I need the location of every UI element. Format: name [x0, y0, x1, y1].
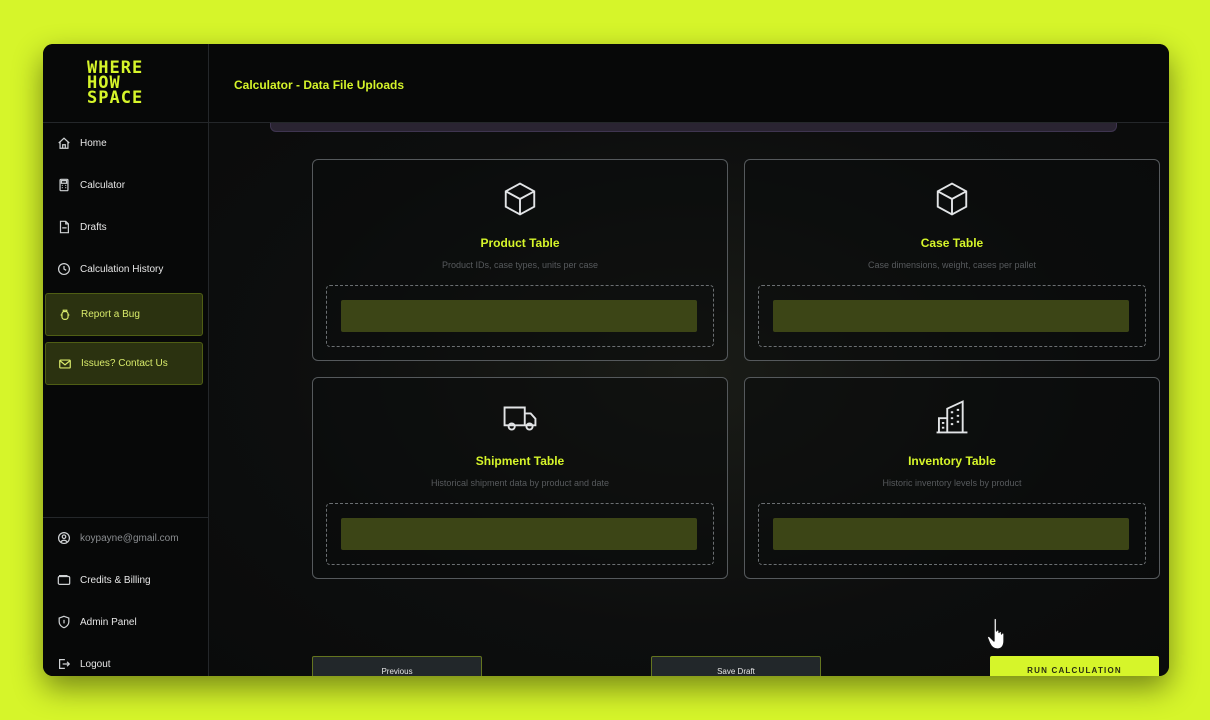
upload-card-inventory-table: Inventory Table Historic inventory level… [744, 377, 1160, 579]
upload-card-shipment-table: Shipment Table Historical shipment data … [312, 377, 728, 579]
box-icon [933, 180, 971, 218]
wallet-icon [57, 573, 71, 587]
clock-icon [57, 262, 71, 276]
document-icon [57, 220, 71, 234]
main-content: Product Table Product IDs, case types, u… [209, 123, 1169, 676]
sidebar-item-label: Home [80, 137, 107, 149]
file-input[interactable] [773, 300, 1129, 332]
sidebar-item-credits-billing[interactable]: Credits & Billing [45, 560, 205, 600]
card-subtitle: Product IDs, case types, units per case [441, 260, 599, 270]
card-title: Case Table [920, 236, 984, 250]
sidebar-item-report-bug[interactable]: Report a Bug [45, 293, 203, 336]
card-subtitle: Case dimensions, weight, cases per palle… [867, 260, 1037, 270]
sidebar-item-label: Calculation History [80, 263, 164, 275]
logo[interactable]: WHERE HOW SPACE [43, 44, 208, 123]
box-icon [501, 180, 539, 218]
app-window: WHERE HOW SPACE Home Calculator Drafts C… [43, 44, 1169, 676]
logout-icon [57, 657, 71, 671]
truck-icon [501, 398, 539, 436]
upload-card-case-table: Case Table Case dimensions, weight, case… [744, 159, 1160, 361]
page-header: Calculator - Data File Uploads [209, 44, 1169, 123]
card-subtitle: Historical shipment data by product and … [430, 478, 610, 488]
card-title: Inventory Table [908, 454, 996, 468]
sidebar-item-label: Report a Bug [81, 309, 140, 320]
sidebar-item-label: Drafts [80, 221, 107, 233]
progress-banner [270, 123, 1117, 132]
sidebar-item-label: Calculator [80, 179, 126, 191]
sidebar-item-logout[interactable]: Logout [45, 644, 205, 676]
previous-button[interactable]: Previous [312, 656, 482, 676]
calculator-icon [57, 178, 71, 192]
account-email[interactable]: koypayne@gmail.com [45, 518, 205, 558]
file-input[interactable] [773, 518, 1129, 550]
sidebar-item-label: Admin Panel [80, 616, 137, 628]
pointer-cursor-icon [986, 617, 1005, 650]
file-drop-zone[interactable] [758, 503, 1146, 565]
card-subtitle: Historic inventory levels by product [882, 478, 1022, 488]
card-title: Product Table [480, 236, 560, 250]
home-icon [57, 136, 71, 150]
user-icon [57, 531, 71, 545]
logo-text: WHERE HOW SPACE [87, 58, 144, 108]
sidebar-item-label: Logout [80, 658, 111, 670]
save-draft-button[interactable]: Save Draft [651, 656, 821, 676]
sidebar-item-label: Issues? Contact Us [81, 358, 168, 369]
sidebar-item-home[interactable]: Home [45, 123, 205, 163]
file-drop-zone[interactable] [326, 503, 714, 565]
file-input[interactable] [341, 300, 697, 332]
sidebar-item-calculator[interactable]: Calculator [45, 165, 205, 205]
file-drop-zone[interactable] [758, 285, 1146, 347]
sidebar-item-calculation-history[interactable]: Calculation History [45, 249, 205, 289]
sidebar: WHERE HOW SPACE Home Calculator Drafts C… [43, 44, 209, 676]
card-title: Shipment Table [475, 454, 565, 468]
building-icon [933, 398, 971, 436]
page-title: Calculator - Data File Uploads [234, 78, 405, 92]
file-input[interactable] [341, 518, 697, 550]
shield-icon [57, 615, 71, 629]
bug-icon [58, 308, 72, 322]
mail-icon [58, 357, 72, 371]
sidebar-item-admin-panel[interactable]: Admin Panel [45, 602, 205, 642]
sidebar-item-contact-us[interactable]: Issues? Contact Us [45, 342, 203, 385]
file-drop-zone[interactable] [326, 285, 714, 347]
sidebar-item-drafts[interactable]: Drafts [45, 207, 205, 247]
sidebar-item-label: Credits & Billing [80, 574, 151, 586]
account-email-label: koypayne@gmail.com [80, 532, 179, 544]
run-calculation-button[interactable]: RUN CALCULATION [990, 656, 1159, 676]
upload-card-product-table: Product Table Product IDs, case types, u… [312, 159, 728, 361]
